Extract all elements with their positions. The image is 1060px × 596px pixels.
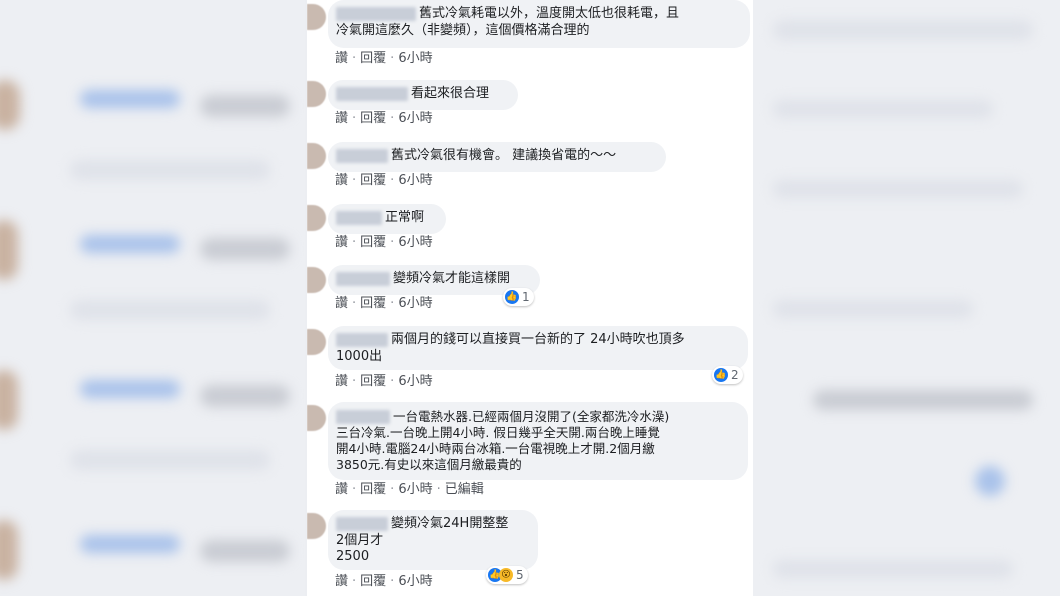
reply-link[interactable]: 回覆: [360, 374, 386, 390]
timestamp[interactable]: 6小時: [398, 235, 432, 251]
reply-link[interactable]: 回覆: [360, 51, 386, 67]
avatar[interactable]: [307, 81, 326, 107]
avatar[interactable]: [307, 143, 326, 169]
comment-bubble: 一台電熱水器.已經兩個月沒開了(全家都洗冷水澡) 三台冷氣.一台晚上開4小時. …: [328, 402, 748, 480]
reply-link[interactable]: 回覆: [360, 111, 386, 127]
avatar[interactable]: [307, 405, 326, 431]
comment-actions: 讚 · 回覆 · 6小時: [335, 173, 433, 189]
avatar[interactable]: [307, 205, 326, 231]
comment-text: 正常啊: [385, 210, 425, 225]
comment-bubble: 舊式冷氣耗電以外，溫度開太低也很耗電，且 冷氣開這麼久（非變頻），這個價格滿合理…: [328, 0, 750, 48]
like-link[interactable]: 讚: [335, 111, 348, 127]
reaction-count: 1: [522, 290, 530, 304]
timestamp[interactable]: 6小時: [398, 173, 432, 189]
blurred-background-right: [753, 0, 1060, 596]
reaction-summary[interactable]: 👍 2: [712, 366, 743, 384]
reaction-count: 2: [731, 368, 739, 382]
avatar[interactable]: [307, 513, 326, 539]
comment-actions: 讚 · 回覆 · 6小時: [335, 51, 433, 67]
like-link[interactable]: 讚: [335, 374, 348, 390]
comment-text: 看起來很合理: [411, 86, 490, 101]
like-link[interactable]: 讚: [335, 574, 348, 590]
reaction-count: 5: [516, 568, 524, 582]
reply-link[interactable]: 回覆: [360, 173, 386, 189]
author-name[interactable]: [336, 149, 388, 163]
comment-bubble: 正常啊: [328, 204, 446, 234]
reaction-summary[interactable]: 👍 1: [503, 288, 534, 306]
comment-actions: 讚 · 回覆 · 6小時: [335, 374, 433, 390]
timestamp[interactable]: 6小時: [398, 482, 432, 498]
like-icon: 👍: [505, 290, 519, 304]
reply-link[interactable]: 回覆: [360, 296, 386, 312]
comment-actions: 讚 · 回覆 · 6小時: [335, 574, 433, 590]
timestamp[interactable]: 6小時: [398, 111, 432, 127]
comment-actions: 讚 · 回覆 · 6小時: [335, 235, 433, 251]
reply-link[interactable]: 回覆: [360, 235, 386, 251]
author-name[interactable]: [336, 272, 390, 286]
avatar[interactable]: [307, 329, 326, 355]
author-name[interactable]: [336, 211, 382, 225]
reply-link[interactable]: 回覆: [360, 482, 386, 498]
edited-label: 已編輯: [444, 482, 484, 497]
comment-bubble: 變頻冷氣24H開整整 2個月才 2500: [328, 510, 538, 570]
author-name[interactable]: [336, 87, 408, 101]
reply-link[interactable]: 回覆: [360, 574, 386, 590]
comment-text: 兩個月的錢可以直接買一台新的了 24小時吹也頂多 1000出: [336, 332, 685, 364]
like-link[interactable]: 讚: [335, 296, 348, 312]
author-name[interactable]: [336, 409, 390, 424]
avatar[interactable]: [307, 267, 326, 293]
author-name[interactable]: [336, 517, 388, 531]
reaction-summary[interactable]: 👍 😮 5: [486, 566, 528, 584]
timestamp[interactable]: 6小時: [398, 374, 432, 390]
timestamp[interactable]: 6小時: [398, 51, 432, 67]
like-link[interactable]: 讚: [335, 482, 348, 498]
comment-bubble: 兩個月的錢可以直接買一台新的了 24小時吹也頂多 1000出: [328, 326, 748, 370]
like-link[interactable]: 讚: [335, 173, 348, 189]
timestamp[interactable]: 6小時: [398, 296, 432, 312]
comment-actions: 讚 · 回覆 · 6小時: [335, 296, 433, 312]
like-link[interactable]: 讚: [335, 51, 348, 67]
blurred-background-left: [0, 0, 305, 596]
comment-bubble: 看起來很合理: [328, 80, 518, 110]
comment-text: 舊式冷氣很有機會。 建議換省電的～～: [391, 148, 617, 163]
comment-bubble: 舊式冷氣很有機會。 建議換省電的～～: [328, 142, 666, 172]
comment-text: 變頻冷氣才能這樣開: [393, 271, 511, 286]
avatar[interactable]: [307, 4, 326, 30]
like-link[interactable]: 讚: [335, 235, 348, 251]
comment-panel: 舊式冷氣耗電以外，溫度開太低也很耗電，且 冷氣開這麼久（非變頻），這個價格滿合理…: [307, 0, 753, 596]
timestamp[interactable]: 6小時: [398, 574, 432, 590]
like-icon: 👍: [714, 368, 728, 382]
comment-actions: 讚 · 回覆 · 6小時: [335, 111, 433, 127]
author-name[interactable]: [336, 333, 388, 347]
author-name[interactable]: [336, 7, 416, 21]
comment-actions: 讚 · 回覆 · 6小時 · 已編輯: [335, 482, 484, 498]
wow-icon: 😮: [499, 568, 513, 582]
